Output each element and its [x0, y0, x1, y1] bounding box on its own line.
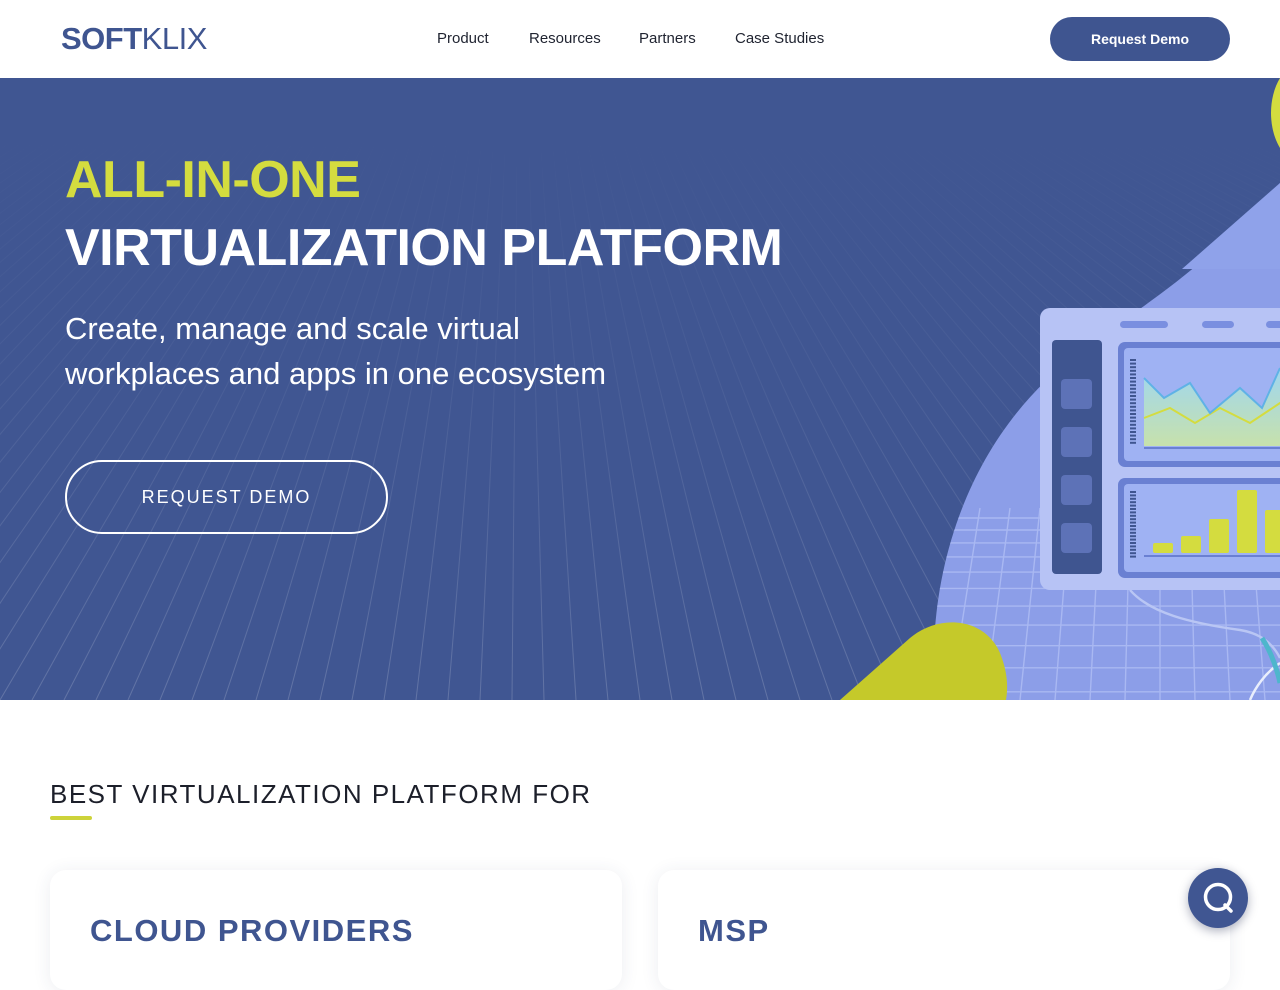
hero-request-demo-button[interactable]: REQUEST DEMO — [65, 460, 388, 534]
header-request-demo-button[interactable]: Request Demo — [1050, 17, 1230, 61]
hero-title-highlight: ALL-IN-ONE — [65, 151, 361, 209]
logo-thin: KLIX — [141, 21, 208, 56]
chat-widget-button[interactable] — [1188, 868, 1248, 928]
hero-title-main: VIRTUALIZATION PLATFORM — [65, 219, 783, 277]
section-title: BEST VIRTUALIZATION PLATFORM FOR — [50, 779, 592, 809]
logo-bold: SOFT — [61, 21, 142, 56]
nav-item-case-studies[interactable]: Case Studies — [735, 29, 824, 49]
card-msp[interactable]: MSP — [658, 870, 1230, 990]
chat-icon — [1203, 882, 1233, 913]
illustration-triangle — [1182, 183, 1280, 269]
card-cloud-providers[interactable]: CLOUD PROVIDERS — [50, 870, 622, 990]
softklix-logo[interactable]: SOFTKLIX — [61, 21, 207, 57]
dashboard-monitor — [1040, 308, 1280, 590]
hero-subtitle: Create, manage and scale virtual workpla… — [65, 311, 607, 391]
card-title: CLOUD PROVIDERS — [90, 913, 414, 948]
yellow-hill-shape — [840, 622, 1008, 700]
yellow-arc-shape — [1271, 78, 1280, 148]
site-header: SOFTKLIX Product Resources Partners Case… — [0, 0, 1280, 78]
card-title: MSP — [698, 913, 770, 948]
section-title-underline — [50, 816, 92, 820]
nav-item-product[interactable]: Product — [437, 29, 489, 49]
nav-item-partners[interactable]: Partners — [639, 29, 696, 49]
nav-item-resources[interactable]: Resources — [529, 29, 601, 49]
hero-section: ALL-IN-ONE VIRTUALIZATION PLATFORM Creat… — [0, 78, 1280, 700]
